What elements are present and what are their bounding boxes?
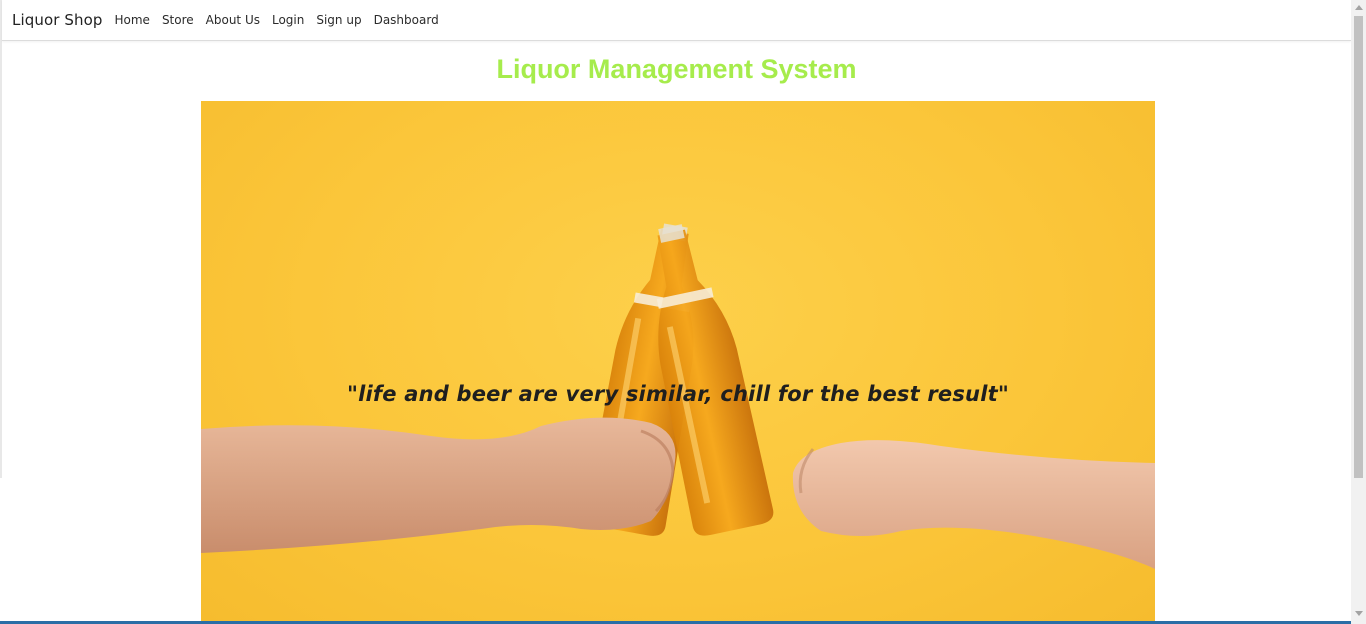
- brand-link[interactable]: Liquor Shop: [12, 11, 103, 29]
- nav-link-sign-up[interactable]: Sign up: [316, 13, 361, 27]
- chevron-down-icon[interactable]: [1355, 611, 1363, 616]
- page-title: Liquor Management System: [496, 54, 857, 84]
- page-content: Liquor Shop Home Store About Us Login Si…: [2, 0, 1351, 624]
- chevron-up-icon[interactable]: [1355, 5, 1363, 10]
- nav-link-dashboard[interactable]: Dashboard: [374, 13, 439, 27]
- hero-image: [201, 223, 1155, 569]
- nav-link-login[interactable]: Login: [272, 13, 304, 27]
- hero-quote: "life and beer are very similar, chill f…: [347, 382, 1009, 406]
- vertical-scrollbar[interactable]: [1351, 0, 1366, 624]
- hero-banner: "life and beer are very similar, chill f…: [201, 101, 1155, 624]
- nav-links: Home Store About Us Login Sign up Dashbo…: [115, 13, 451, 27]
- browser-page: Liquor Shop Home Store About Us Login Si…: [0, 0, 1366, 624]
- nav-link-about-us[interactable]: About Us: [206, 13, 260, 27]
- nav-link-store[interactable]: Store: [162, 13, 194, 27]
- scrollbar-thumb[interactable]: [1354, 16, 1363, 478]
- top-navbar: Liquor Shop Home Store About Us Login Si…: [2, 0, 1351, 41]
- nav-link-home[interactable]: Home: [115, 13, 150, 27]
